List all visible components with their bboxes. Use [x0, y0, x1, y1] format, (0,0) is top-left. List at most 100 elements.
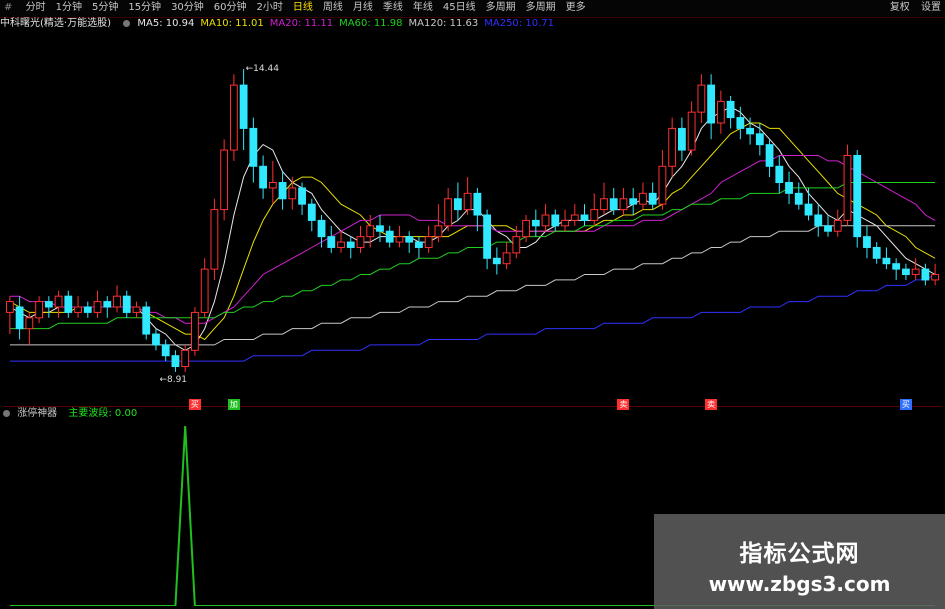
candle-down — [317, 219, 326, 238]
candle-down — [551, 214, 560, 227]
candle-up — [541, 214, 550, 227]
candle-up — [181, 349, 190, 368]
candle-down — [483, 214, 492, 259]
period-tab[interactable]: 30分钟 — [167, 0, 210, 16]
candle-down — [64, 295, 73, 313]
ma-settings-icon[interactable] — [123, 20, 131, 27]
period-toolbar: # 分时 1分钟 5分钟 15分钟 30分钟 60分钟 2小时 日线 周线 月线 季线 年线 45日线多… — [0, 0, 945, 18]
candle-up — [366, 225, 375, 238]
candle-down — [765, 144, 774, 167]
watermark-url: www.zbgs3.com — [708, 572, 891, 596]
candle-down — [609, 198, 618, 211]
indicator-settings-icon[interactable] — [3, 410, 10, 417]
fuquan-button[interactable]: 复权 — [890, 2, 910, 13]
candlestick-chart[interactable]: ←14.44 ←8.91 — [5, 31, 940, 399]
candle-down — [161, 344, 170, 357]
ma-legend: 中科曙光(精选·万能选股) MA5: 10.94 MA10: 11.01 MA20:… — [0, 17, 945, 31]
candle-up — [220, 149, 229, 211]
candle-up — [697, 84, 706, 113]
candle-up — [54, 295, 63, 308]
candle-up — [5, 301, 14, 313]
ma-line-ma20 — [9, 155, 936, 324]
period-tab[interactable]: 季线 — [379, 0, 409, 16]
candle-down — [892, 263, 901, 270]
ma-legend-item: MA10: 11.01 — [200, 18, 264, 29]
candle-down — [103, 301, 112, 308]
candle-down — [405, 236, 414, 243]
candle-down — [785, 182, 793, 194]
candle-down — [15, 306, 24, 330]
candle-down — [249, 127, 258, 167]
candle-down — [259, 165, 268, 189]
watermark: 指标公式网 www.zbgs3.com — [654, 514, 945, 609]
period-tab[interactable]: 60分钟 — [210, 0, 253, 16]
period-tab[interactable]: 日线 — [289, 0, 319, 16]
candle-down — [872, 246, 881, 259]
candle-up — [843, 154, 852, 221]
signal-marker: 卖 — [705, 399, 718, 410]
signal-marker: 加 — [227, 399, 240, 410]
signal-marker: 买 — [899, 399, 912, 410]
candle-down — [531, 219, 540, 227]
candle-up — [463, 192, 472, 211]
candle-down — [648, 192, 657, 205]
candle-up — [74, 306, 82, 313]
candle-down — [122, 295, 131, 313]
candle-down — [346, 241, 355, 248]
candle-up — [931, 274, 940, 281]
candle-up — [512, 236, 521, 254]
candle-up — [600, 198, 608, 211]
candle-up — [522, 219, 530, 238]
candle-up — [833, 219, 842, 232]
period-tab[interactable]: 15分钟 — [124, 0, 167, 16]
candle-down — [794, 192, 803, 205]
toolbar-menu[interactable]: # — [0, 0, 18, 16]
low-price-label: ←8.91 — [159, 375, 187, 385]
ma-legend-item: MA5: 10.94 — [137, 18, 195, 29]
candle-down — [726, 100, 735, 119]
candle-up — [716, 100, 725, 124]
period-tab[interactable]: 5分钟 — [88, 0, 124, 16]
period-tab[interactable]: 月线 — [349, 0, 379, 16]
candle-down — [298, 187, 306, 205]
candle-down — [853, 154, 862, 238]
ma-legend-item: MA20: 11.11 — [269, 18, 334, 29]
candle-down — [278, 182, 287, 200]
candle-down — [473, 192, 482, 216]
candle-up — [444, 198, 453, 227]
candle-up — [570, 214, 579, 221]
candle-up — [191, 311, 199, 351]
candle-down — [863, 236, 871, 248]
candle-up — [658, 165, 667, 205]
candle-up — [911, 268, 920, 276]
period-tab[interactable]: 更多 — [562, 0, 592, 16]
candle-up — [200, 268, 209, 313]
candle-down — [307, 203, 316, 221]
candle-down — [746, 127, 754, 135]
candle-up — [35, 301, 43, 319]
candle-down — [83, 306, 92, 313]
candle-down — [415, 241, 423, 248]
candle-down — [327, 236, 336, 248]
candle-down — [385, 230, 394, 243]
candle-down — [142, 306, 151, 335]
candle-down — [376, 225, 384, 232]
period-tab[interactable]: 1分钟 — [52, 0, 88, 16]
period-tab[interactable]: 多周期 — [522, 0, 562, 16]
settings-button[interactable]: 设置 — [921, 2, 941, 13]
candle-up — [668, 127, 677, 167]
candle-down — [882, 257, 891, 265]
candle-up — [687, 111, 696, 151]
period-tab[interactable]: 45日线 — [439, 0, 482, 16]
period-tab[interactable]: 2小时 — [253, 0, 289, 16]
period-tab[interactable]: 多周期 — [482, 0, 522, 16]
period-tab[interactable]: 年线 — [409, 0, 439, 16]
signal-marker: 买 — [188, 399, 201, 410]
stock-title[interactable]: 中科曙光(精选·万能选股) — [0, 18, 111, 29]
candle-up — [619, 198, 628, 211]
candle-up — [561, 219, 569, 227]
period-tab[interactable]: 分时 — [22, 0, 52, 16]
candle-up — [268, 182, 277, 189]
candle-down — [775, 165, 784, 184]
period-tab[interactable]: 周线 — [319, 0, 349, 16]
